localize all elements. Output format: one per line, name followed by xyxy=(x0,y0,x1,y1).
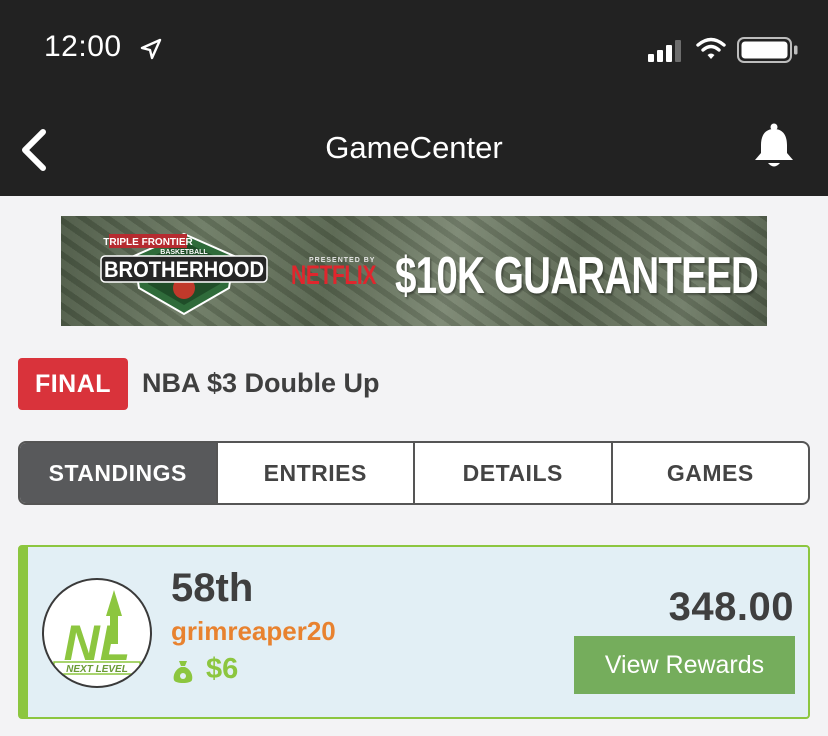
banner-headline: $10K GUARANTEED xyxy=(395,247,759,305)
svg-text:BROTHERHOOD: BROTHERHOOD xyxy=(104,257,264,282)
bell-icon[interactable] xyxy=(752,122,796,172)
promo-banner[interactable]: TRIPLE FRONTIER BASKETBALL BROTHERHOOD P… xyxy=(61,216,767,326)
svg-text:TRIPLE FRONTIER: TRIPLE FRONTIER xyxy=(103,237,193,248)
tab-bar: STANDINGS ENTRIES DETAILS GAMES xyxy=(18,441,810,505)
next-level-logo: NL NEXT LEVEL xyxy=(53,590,141,675)
tab-entries[interactable]: ENTRIES xyxy=(215,443,414,503)
location-arrow-icon xyxy=(140,38,162,60)
rank-label: 58th xyxy=(171,566,254,610)
score-value: 348.00 xyxy=(668,585,794,629)
tab-standings[interactable]: STANDINGS xyxy=(20,443,216,503)
contest-name: NBA $3 Double Up xyxy=(142,368,380,398)
wifi-icon xyxy=(696,37,726,59)
winnings-amount: $6 xyxy=(206,653,239,685)
sponsor-label: NETFLIX xyxy=(291,260,377,290)
page-title: GameCenter xyxy=(325,130,503,165)
money-bag-icon xyxy=(173,661,193,683)
nav-bar: GameCenter xyxy=(0,100,828,196)
cellular-signal-icon xyxy=(648,40,681,62)
tab-games[interactable]: GAMES xyxy=(610,443,809,503)
avatar: NL NEXT LEVEL xyxy=(42,578,152,688)
battery-icon xyxy=(737,37,798,63)
status-time: 12:00 xyxy=(44,30,122,63)
svg-text:BASKETBALL: BASKETBALL xyxy=(160,249,208,256)
username-link[interactable]: grimreaper20 xyxy=(171,616,336,647)
tab-details[interactable]: DETAILS xyxy=(413,443,611,503)
svg-text:NEXT LEVEL: NEXT LEVEL xyxy=(66,664,128,675)
status-badge: FINAL xyxy=(18,358,128,410)
view-rewards-button[interactable]: View Rewards xyxy=(574,636,795,694)
status-bar: 12:00 xyxy=(0,0,828,100)
brotherhood-logo: TRIPLE FRONTIER BASKETBALL BROTHERHOOD xyxy=(100,232,268,316)
